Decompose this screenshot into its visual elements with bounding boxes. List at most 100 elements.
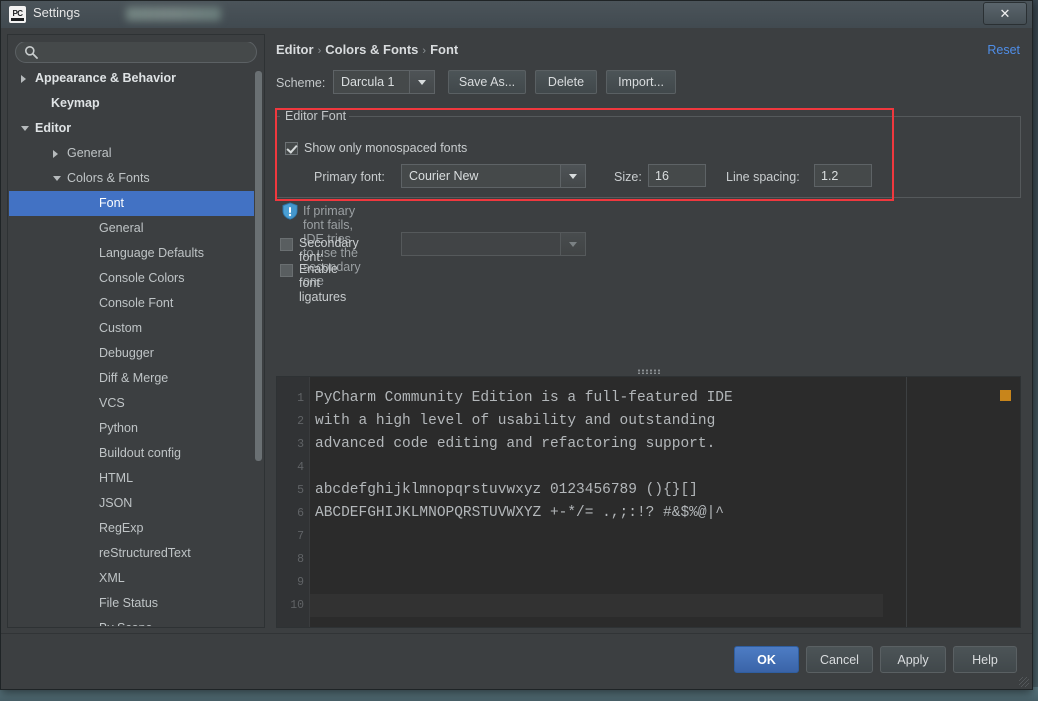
- font-ligatures-label[interactable]: Enable font ligatures: [299, 262, 346, 304]
- sidebar-item-appearance-behavior[interactable]: Appearance & Behavior: [9, 69, 254, 91]
- settings-content: Editor › Colors & Fonts › Font Reset Scheme:…: [271, 34, 1026, 628]
- ok-button[interactable]: OK: [734, 646, 799, 673]
- resize-grip-icon[interactable]: [1019, 677, 1029, 687]
- preview-line-number: 3: [297, 438, 304, 451]
- secondary-font-checkbox[interactable]: [280, 238, 293, 251]
- sidebar-item-label: Console Font: [99, 296, 174, 310]
- sidebar-item-font[interactable]: Font: [9, 191, 254, 216]
- close-icon[interactable]: ✕: [983, 2, 1027, 25]
- delete-button[interactable]: Delete: [535, 70, 597, 94]
- preview-line-number: 7: [297, 530, 304, 543]
- sidebar-item-label: Python: [99, 421, 138, 435]
- sidebar-item-label: Language Defaults: [99, 246, 204, 260]
- sidebar-item-general[interactable]: General: [9, 141, 254, 166]
- breadcrumb-editor[interactable]: Editor: [276, 42, 314, 57]
- chevron-down-icon[interactable]: [53, 176, 61, 181]
- import-button[interactable]: Import...: [606, 70, 676, 94]
- breadcrumb-separator-2: ›: [422, 45, 427, 57]
- group-border-top-right: [346, 116, 1021, 117]
- sidebar-item-xml[interactable]: XML: [9, 566, 254, 591]
- preview-code-line: with a high level of usability and outst…: [315, 413, 716, 429]
- cancel-button[interactable]: Cancel: [806, 646, 873, 673]
- sidebar-item-console-colors[interactable]: Console Colors: [9, 266, 254, 291]
- font-preview-editor[interactable]: 1 2 3 4 5 6 7 8 9 10 PyCharm Community Edition is…: [276, 376, 1021, 628]
- scheme-label: Scheme:: [276, 76, 326, 90]
- sidebar-item-keymap[interactable]: Keymap: [9, 91, 254, 116]
- sidebar-item-file-status[interactable]: File Status: [9, 591, 254, 616]
- scheme-dropdown-button[interactable]: [409, 71, 434, 93]
- preview-code-line: ABCDEFGHIJKLMNOPQRSTUVWXYZ +-*/= .,;:!? …: [315, 505, 724, 521]
- save-as-button[interactable]: Save As...: [448, 70, 526, 94]
- sidebar-scrollbar-thumb[interactable]: [255, 71, 262, 461]
- search-input[interactable]: [15, 41, 257, 63]
- preview-line-number: 5: [297, 484, 304, 497]
- chevron-down-icon[interactable]: [21, 126, 29, 131]
- sidebar-item-label: Editor: [35, 121, 72, 135]
- sidebar-item-console-font[interactable]: Console Font: [9, 291, 254, 316]
- sidebar-item-label: XML: [99, 571, 125, 585]
- sidebar-item-html[interactable]: HTML: [9, 466, 254, 491]
- sidebar-item-general[interactable]: General: [9, 216, 254, 241]
- reset-link[interactable]: Reset: [987, 43, 1020, 57]
- preview-gutter: 1 2 3 4 5 6 7 8 9 10: [277, 377, 310, 627]
- font-ligatures-checkbox[interactable]: [280, 264, 293, 277]
- search-container: [15, 41, 257, 63]
- show-monospaced-label[interactable]: Show only monospaced fonts: [304, 141, 467, 155]
- primary-font-value: Courier New: [409, 169, 479, 183]
- editor-font-group-title: Editor Font: [282, 109, 350, 123]
- primary-font-label: Primary font:: [314, 170, 385, 184]
- sidebar-item-label: Debugger: [99, 346, 154, 360]
- breadcrumb-separator-1: ›: [317, 45, 322, 57]
- secondary-font-label: Secondary font:: [299, 236, 359, 264]
- sidebar-item-label: VCS: [99, 396, 125, 410]
- preview-line-number: 4: [297, 461, 304, 474]
- settings-window: PC Settings ✕ Appearance & Behavior Keyma…: [0, 0, 1033, 690]
- help-button[interactable]: Help: [953, 646, 1017, 673]
- preview-line-number: 9: [297, 576, 304, 589]
- settings-sidebar: Appearance & Behavior Keymap Editor General…: [7, 34, 265, 628]
- chevron-right-icon[interactable]: [53, 150, 58, 158]
- chevron-down-icon: [569, 242, 577, 247]
- sidebar-item-label: reStructuredText: [99, 546, 191, 560]
- chevron-right-icon[interactable]: [21, 75, 26, 83]
- sidebar-scrollbar[interactable]: [254, 69, 263, 626]
- sidebar-item-debugger[interactable]: Debugger: [9, 341, 254, 366]
- sidebar-item-vcs[interactable]: VCS: [9, 391, 254, 416]
- window-body: Appearance & Behavior Keymap Editor General…: [1, 28, 1032, 634]
- line-spacing-input[interactable]: [814, 164, 872, 187]
- sidebar-item-regexp[interactable]: RegExp: [9, 516, 254, 541]
- primary-font-dropdown-button[interactable]: [560, 165, 585, 187]
- sidebar-item-custom[interactable]: Custom: [9, 316, 254, 341]
- font-size-input[interactable]: [648, 164, 706, 187]
- sidebar-item-label: File Status: [99, 596, 159, 610]
- sidebar-item-diff-merge[interactable]: Diff & Merge: [9, 366, 254, 391]
- scheme-combobox[interactable]: Darcula 1: [333, 70, 435, 94]
- breadcrumb-colors-fonts[interactable]: Colors & Fonts: [325, 42, 418, 57]
- group-border-top-left: [276, 116, 280, 117]
- preview-splitter[interactable]: [276, 366, 1021, 376]
- sidebar-item-label: HTML: [99, 471, 134, 485]
- primary-font-combobox[interactable]: Courier New: [401, 164, 586, 188]
- sidebar-item-editor[interactable]: Editor: [9, 116, 254, 141]
- sidebar-item-python[interactable]: Python: [9, 416, 254, 441]
- dialog-footer: OK Cancel Apply Help: [1, 633, 1032, 689]
- apply-button[interactable]: Apply: [880, 646, 946, 673]
- sidebar-item-label: General: [67, 146, 112, 160]
- sidebar-item-buildout-config[interactable]: Buildout config: [9, 441, 254, 466]
- preview-error-marker[interactable]: [1000, 390, 1011, 401]
- sidebar-item-colors-fonts[interactable]: Colors & Fonts: [9, 166, 254, 191]
- pycharm-icon: PC: [9, 6, 26, 23]
- sidebar-item-language-defaults[interactable]: Language Defaults: [9, 241, 254, 266]
- sidebar-item-restructuredtext[interactable]: reStructuredText: [9, 541, 254, 566]
- secondary-font-combobox: [401, 232, 586, 256]
- preview-line-number: 10: [290, 599, 304, 612]
- sidebar-item-label: By Scope: [99, 616, 153, 626]
- sidebar-item-label: Buildout config: [99, 446, 182, 460]
- sidebar-item-label: RegExp: [99, 521, 144, 535]
- sidebar-item-json[interactable]: JSON: [9, 491, 254, 516]
- sidebar-item-label: Keymap: [51, 96, 100, 110]
- preview-line-number: 8: [297, 553, 304, 566]
- show-monospaced-checkbox[interactable]: [285, 142, 298, 155]
- chevron-down-icon: [569, 174, 577, 179]
- sidebar-item-by-scope[interactable]: By Scope: [9, 616, 254, 626]
